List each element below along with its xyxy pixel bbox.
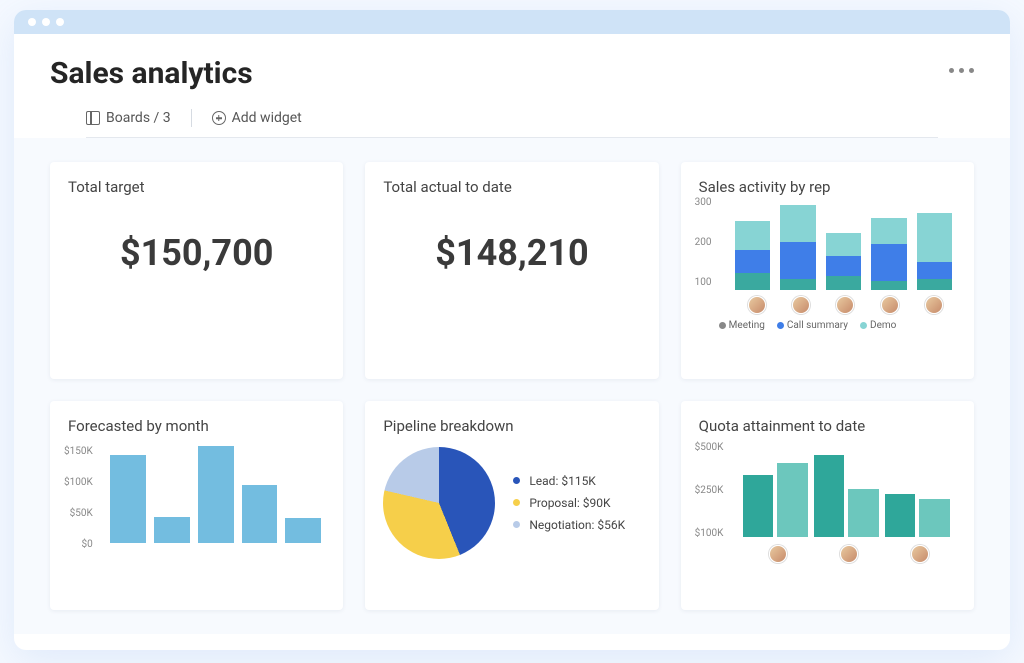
ytick: 200: [695, 238, 712, 248]
stacked-bar-chart: [735, 204, 956, 290]
avatar[interactable]: [911, 545, 929, 563]
card-quota-attainment[interactable]: Quota attainment to date $500K $250K $10…: [681, 401, 974, 611]
add-widget-label: Add widget: [232, 110, 302, 126]
pie-wrap: Lead: $115K Proposal: $90K Negotiation: …: [383, 447, 640, 559]
window-dot-icon: [42, 18, 50, 26]
bar: [917, 213, 952, 290]
legend-item: Call summary: [777, 320, 848, 331]
window-dot-icon: [28, 18, 36, 26]
ytick: $100K: [64, 478, 93, 488]
card-sales-activity[interactable]: Sales activity by rep 300 200 100: [681, 162, 974, 379]
avatar[interactable]: [748, 296, 766, 314]
pie-legend: Lead: $115K Proposal: $90K Negotiation: …: [513, 474, 625, 532]
y-axis: $150K $100K $50K $0: [64, 447, 93, 551]
card-forecasted-month[interactable]: Forecasted by month $150K $100K $50K $0: [50, 401, 343, 611]
avatar[interactable]: [792, 296, 810, 314]
bar: [154, 517, 190, 543]
bar: [198, 446, 234, 543]
bar: [242, 485, 278, 543]
ytick: $50K: [64, 509, 93, 519]
ytick: $500K: [695, 443, 724, 453]
legend: Meeting Call summary Demo: [719, 320, 956, 331]
ytick: $0: [64, 540, 93, 550]
ytick: $150K: [64, 447, 93, 457]
divider: [191, 109, 192, 127]
bar: [826, 233, 861, 290]
legend-item: Lead: $115K: [513, 474, 625, 488]
window-titlebar: [14, 10, 1010, 34]
bar-group: [885, 494, 950, 537]
bar-group: [814, 455, 879, 537]
plus-circle-icon: [212, 111, 226, 125]
avatar[interactable]: [769, 545, 787, 563]
bar: [285, 518, 321, 543]
legend-item: Meeting: [719, 320, 765, 331]
boards-label: Boards / 3: [106, 110, 171, 126]
avatar[interactable]: [836, 296, 854, 314]
legend-item: Negotiation: $56K: [513, 518, 625, 532]
bar: [780, 205, 815, 290]
boards-icon: [86, 111, 100, 125]
pie-chart: [383, 447, 495, 559]
card-title: Total actual to date: [383, 178, 640, 196]
avatar[interactable]: [840, 545, 858, 563]
subbar: Boards / 3 Add widget: [86, 109, 938, 138]
browser-frame: Sales analytics Boards / 3 Add widget To…: [14, 10, 1010, 650]
add-widget-button[interactable]: Add widget: [212, 110, 302, 126]
card-total-actual[interactable]: Total actual to date $148,210: [365, 162, 658, 379]
dashboard-canvas: Total target $150,700 Total actual to da…: [14, 138, 1010, 634]
card-title: Sales activity by rep: [699, 178, 956, 196]
ytick: $100K: [695, 529, 724, 539]
card-title: Total target: [68, 178, 325, 196]
card-title: Quota attainment to date: [699, 417, 956, 435]
total-target-value: $150,700: [68, 232, 325, 274]
page-title: Sales analytics: [50, 56, 974, 91]
y-axis: $500K $250K $100K: [695, 443, 724, 539]
card-title: Pipeline breakdown: [383, 417, 640, 435]
ytick: $250K: [695, 486, 724, 496]
grouped-bar-chart: [743, 443, 956, 537]
total-actual-value: $148,210: [383, 232, 640, 274]
legend-item: Proposal: $90K: [513, 496, 625, 510]
page-header: Sales analytics Boards / 3 Add widget: [14, 34, 1010, 138]
window-dot-icon: [56, 18, 64, 26]
bar-chart: [110, 443, 325, 543]
boards-selector[interactable]: Boards / 3: [86, 110, 171, 126]
ytick: 300: [695, 198, 712, 208]
bar: [871, 218, 906, 290]
ytick: 100: [695, 278, 712, 288]
avatar[interactable]: [925, 296, 943, 314]
bar-group: [743, 463, 808, 537]
card-total-target[interactable]: Total target $150,700: [50, 162, 343, 379]
avatar[interactable]: [881, 296, 899, 314]
avatars-row: [735, 296, 956, 314]
legend-item: Demo: [860, 320, 896, 331]
card-title: Forecasted by month: [68, 417, 325, 435]
avatars-row: [743, 545, 956, 563]
card-pipeline-breakdown[interactable]: Pipeline breakdown Lead: $115K Proposal:…: [365, 401, 658, 611]
bar: [110, 455, 146, 543]
bar: [735, 221, 770, 290]
more-menu-button[interactable]: [949, 68, 974, 73]
y-axis: 300 200 100: [695, 198, 712, 288]
